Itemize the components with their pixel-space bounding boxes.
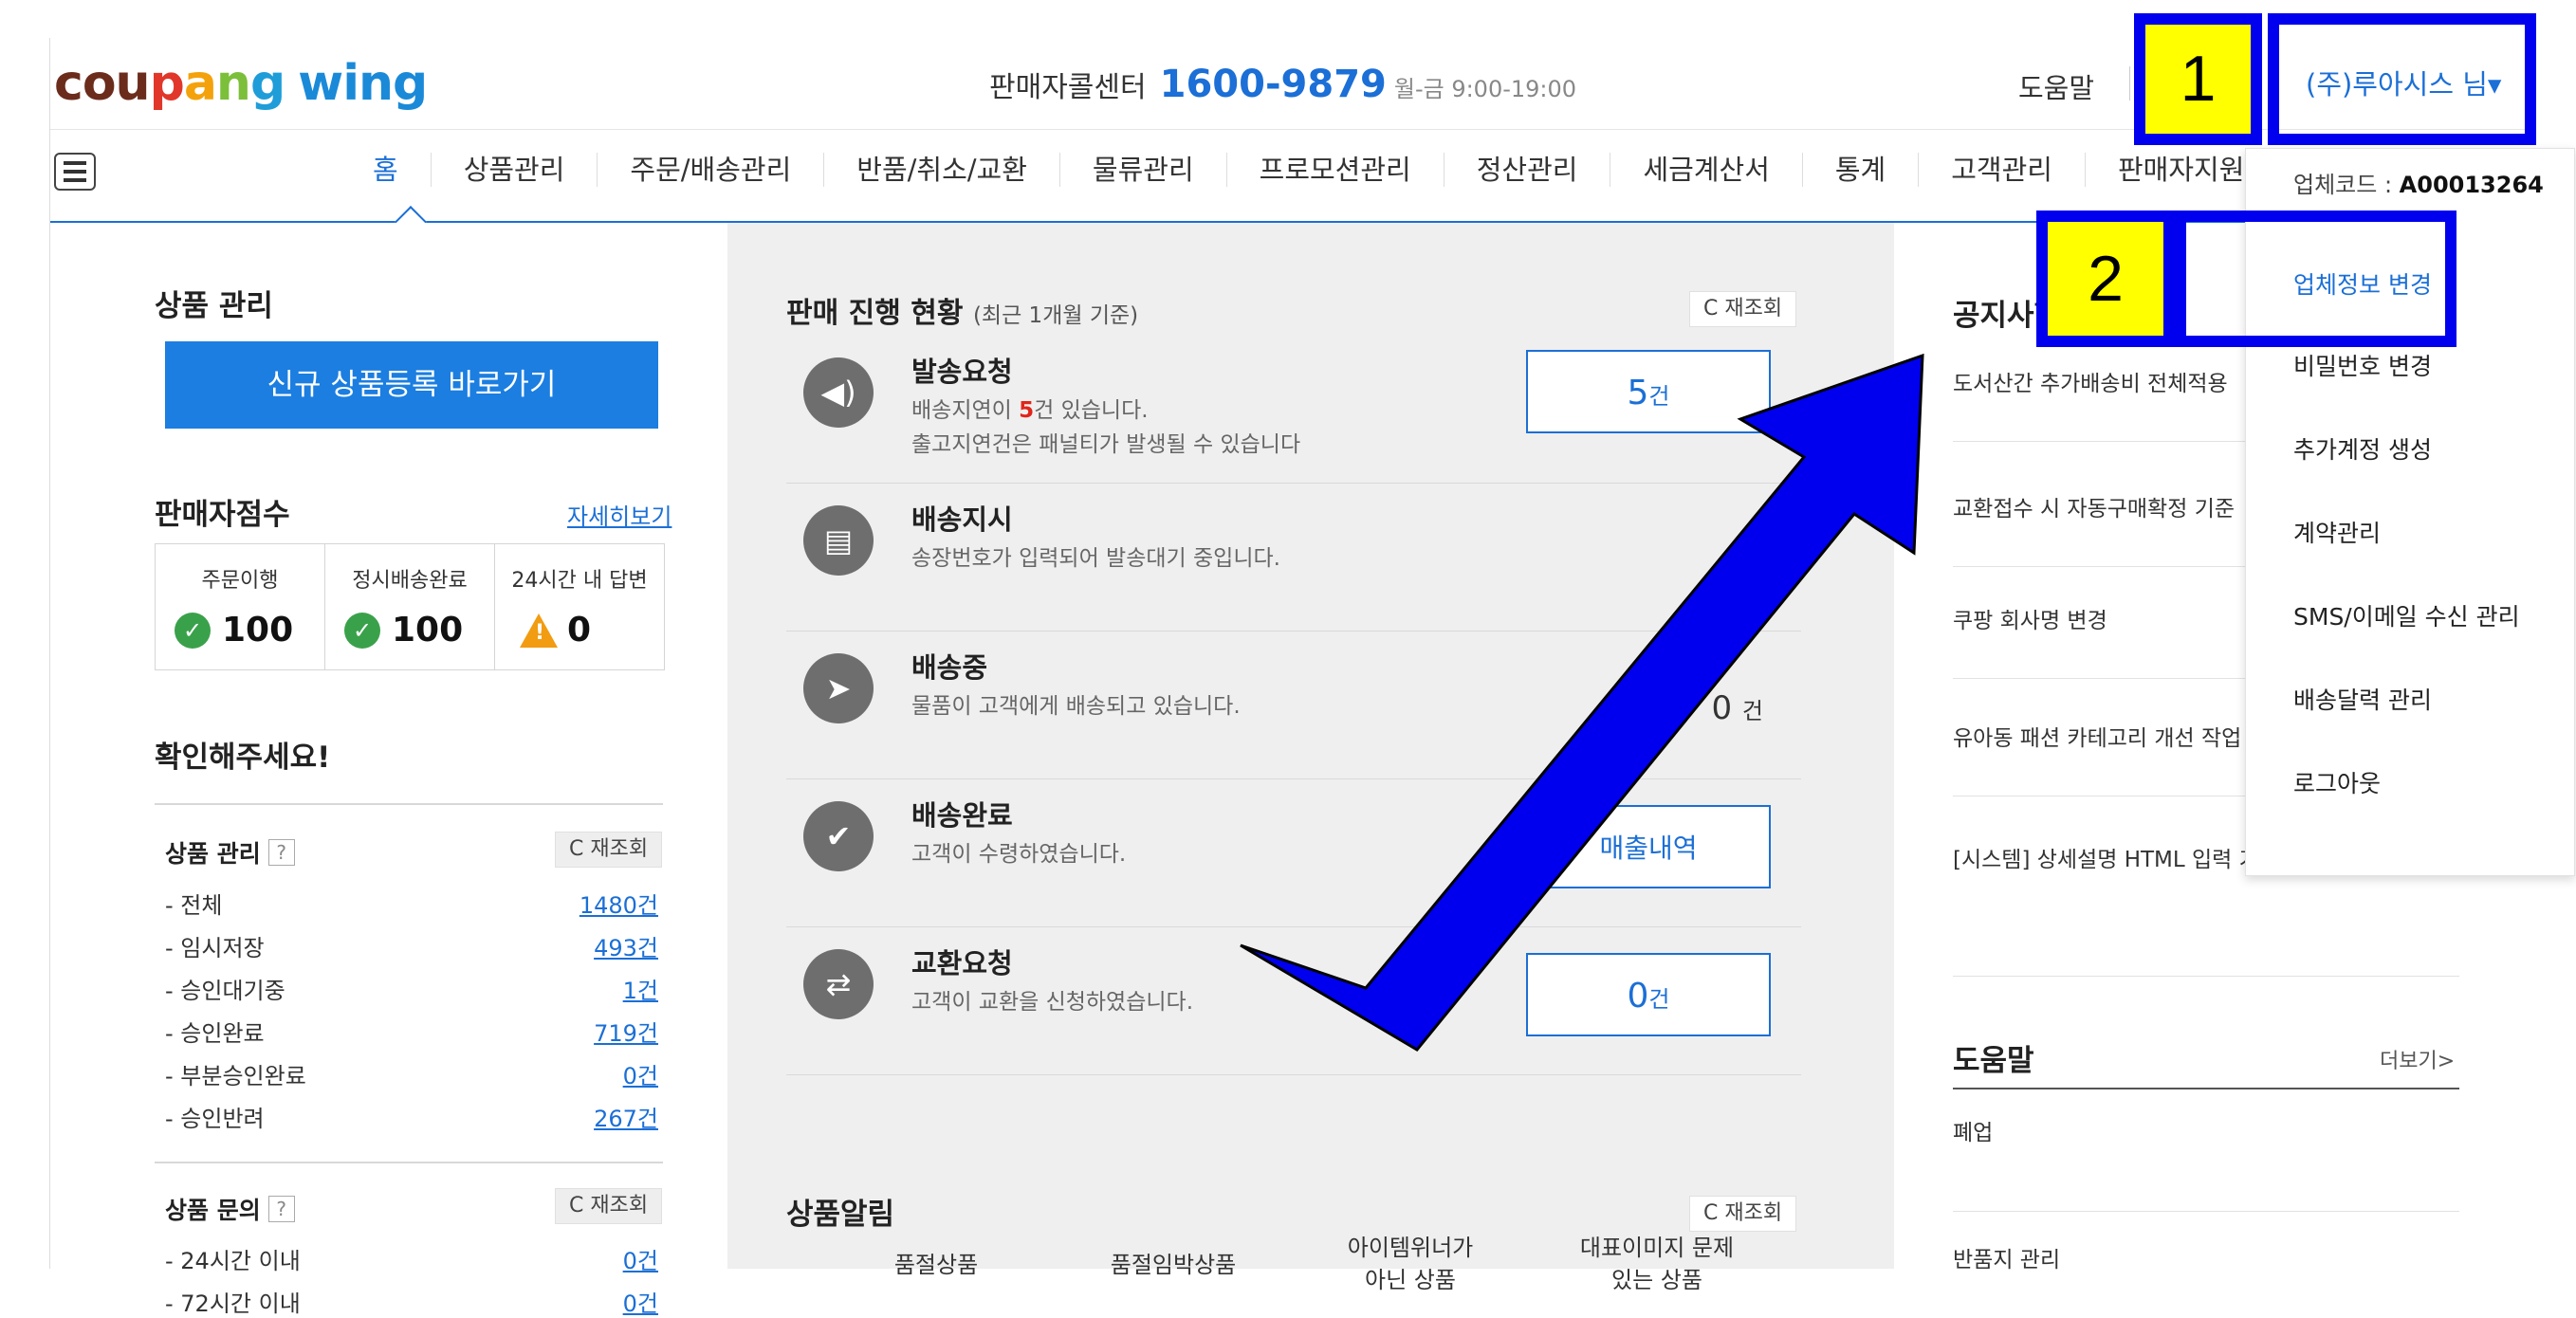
arrow-shape	[1240, 353, 1924, 1052]
annotation-box-user	[2268, 13, 2536, 145]
row-label: - 72시간 이내	[165, 1291, 301, 1317]
annotation-box-menu-item	[2175, 211, 2456, 347]
annotation-label-2: 2	[2048, 222, 2163, 336]
annotation-label-1: 1	[2145, 25, 2251, 134]
page: coupang wing 판매자콜센터 1600-9879 월-금 9:00-19:0…	[0, 0, 2576, 1317]
row-count-link[interactable]: 0건	[623, 1285, 658, 1318]
annotation-arrow	[1240, 353, 1924, 1052]
list-item: - 72시간 이내 0건	[165, 1285, 658, 1318]
alert-label: 있는 상품	[1611, 1267, 1702, 1293]
alert-label: 아닌 상품	[1365, 1267, 1456, 1293]
